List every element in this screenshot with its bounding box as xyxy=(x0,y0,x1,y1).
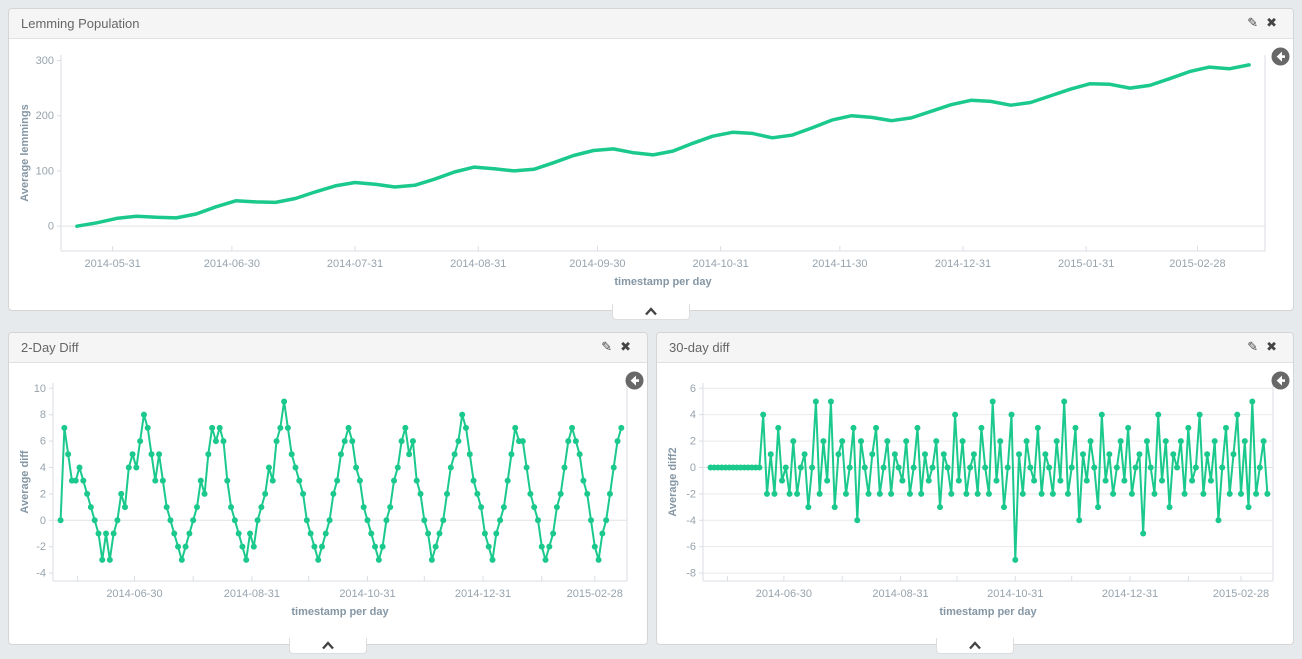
svg-text:2014-12-31: 2014-12-31 xyxy=(935,258,991,270)
collapse-chevron-icon xyxy=(321,641,335,650)
two-day-diff-chart[interactable]: 10 8 6 4 2 0 -2 -4 2014-06-30 2014-08-31 2014-10-3… xyxy=(17,369,639,637)
svg-text:2014-12-31: 2014-12-31 xyxy=(1102,588,1158,600)
circle-back-arrow-icon xyxy=(1271,47,1290,66)
collapse-chevron-icon xyxy=(644,307,658,316)
collapse-panel-button[interactable] xyxy=(289,638,367,654)
zoom-out-button[interactable] xyxy=(1270,371,1290,391)
svg-text:-4: -4 xyxy=(36,568,46,580)
svg-text:timestamp per day: timestamp per day xyxy=(939,606,1037,618)
zoom-out-button[interactable] xyxy=(624,371,644,391)
svg-text:2015-02-28: 2015-02-28 xyxy=(1169,258,1225,270)
svg-text:-8: -8 xyxy=(686,568,696,580)
circle-back-arrow-icon xyxy=(625,371,644,390)
svg-text:6: 6 xyxy=(690,383,696,395)
panel-title: 30-day diff xyxy=(669,340,1243,355)
svg-text:Average diff2: Average diff2 xyxy=(667,447,679,516)
svg-text:Average diff: Average diff xyxy=(19,450,31,514)
svg-text:0: 0 xyxy=(690,462,696,474)
svg-text:timestamp per day: timestamp per day xyxy=(614,276,712,288)
collapse-panel-button[interactable] xyxy=(612,304,690,320)
panel-30-day-diff: 30-day diff ✎ ✖ 6 4 2 0 -2 -4 -6 -8 2014-06-30 20… xyxy=(656,332,1294,645)
svg-text:100: 100 xyxy=(36,165,54,177)
svg-text:2014-08-31: 2014-08-31 xyxy=(872,588,928,600)
svg-text:-2: -2 xyxy=(36,541,46,553)
svg-text:2014-12-31: 2014-12-31 xyxy=(455,588,511,600)
svg-text:2: 2 xyxy=(690,436,696,448)
zoom-out-button[interactable] xyxy=(1270,47,1290,67)
svg-text:2014-08-31: 2014-08-31 xyxy=(450,258,506,270)
close-panel-icon[interactable]: ✖ xyxy=(616,339,635,356)
svg-text:2014-06-30: 2014-06-30 xyxy=(756,588,812,600)
collapse-panel-button[interactable] xyxy=(936,638,1014,654)
chart-area: 6 4 2 0 -2 -4 -6 -8 2014-06-30 2014-08-31 2014-10-… xyxy=(657,363,1293,642)
svg-text:2014-10-31: 2014-10-31 xyxy=(692,258,748,270)
collapse-chevron-icon xyxy=(968,641,982,650)
svg-text:timestamp per day: timestamp per day xyxy=(291,606,389,618)
svg-text:Average lemmings: Average lemmings xyxy=(19,104,31,201)
edit-panel-icon[interactable]: ✎ xyxy=(1243,15,1262,32)
svg-text:-6: -6 xyxy=(686,541,696,553)
svg-text:2014-08-31: 2014-08-31 xyxy=(224,588,280,600)
svg-text:300: 300 xyxy=(36,55,54,67)
edit-panel-icon[interactable]: ✎ xyxy=(597,339,616,356)
svg-text:2015-02-28: 2015-02-28 xyxy=(567,588,623,600)
svg-text:2014-09-30: 2014-09-30 xyxy=(569,258,625,270)
svg-text:2014-06-30: 2014-06-30 xyxy=(106,588,162,600)
panel-title: 2-Day Diff xyxy=(21,340,597,355)
edit-panel-icon[interactable]: ✎ xyxy=(1243,339,1262,356)
svg-text:6: 6 xyxy=(40,436,46,448)
panel-header: Lemming Population ✎ ✖ xyxy=(9,9,1293,39)
close-panel-icon[interactable]: ✖ xyxy=(1262,339,1281,356)
panel-header: 30-day diff ✎ ✖ xyxy=(657,333,1293,363)
panel-2-day-diff: 2-Day Diff ✎ ✖ 10 8 6 4 2 0 -2 -4 2014-06-30 2014… xyxy=(8,332,648,645)
svg-text:2: 2 xyxy=(40,488,46,500)
svg-text:2014-07-31: 2014-07-31 xyxy=(327,258,383,270)
svg-text:200: 200 xyxy=(36,110,54,122)
svg-text:10: 10 xyxy=(34,383,46,395)
chart-area: 10 8 6 4 2 0 -2 -4 2014-06-30 2014-08-31 2014-10-3… xyxy=(9,363,647,642)
panel-title: Lemming Population xyxy=(21,16,1243,31)
chart-area: 0 100 200 300 2014-05-31 2014-06-30 2014-07-31… xyxy=(9,39,1293,308)
svg-text:4: 4 xyxy=(40,462,46,474)
svg-text:2014-06-30: 2014-06-30 xyxy=(204,258,260,270)
svg-text:0: 0 xyxy=(40,515,46,527)
svg-text:2015-01-31: 2015-01-31 xyxy=(1058,258,1114,270)
svg-text:-4: -4 xyxy=(686,515,696,527)
lemming-population-chart[interactable]: 0 100 200 300 2014-05-31 2014-06-30 2014-07-31… xyxy=(17,45,1285,303)
close-panel-icon[interactable]: ✖ xyxy=(1262,15,1281,32)
circle-back-arrow-icon xyxy=(1271,371,1290,390)
svg-text:-2: -2 xyxy=(686,488,696,500)
svg-text:2015-02-28: 2015-02-28 xyxy=(1213,588,1269,600)
svg-text:2014-10-31: 2014-10-31 xyxy=(987,588,1043,600)
svg-text:0: 0 xyxy=(48,221,54,233)
thirty-day-diff-chart[interactable]: 6 4 2 0 -2 -4 -6 -8 2014-06-30 2014-08-31 2014-10-… xyxy=(665,369,1285,637)
svg-text:4: 4 xyxy=(690,409,696,421)
panel-lemming-population: Lemming Population ✎ ✖ 0 100 200 300 2014-05… xyxy=(8,8,1294,311)
svg-text:2014-11-30: 2014-11-30 xyxy=(812,258,867,270)
panel-header: 2-Day Diff ✎ ✖ xyxy=(9,333,647,363)
svg-text:2014-10-31: 2014-10-31 xyxy=(339,588,395,600)
svg-text:8: 8 xyxy=(40,409,46,421)
svg-text:2014-05-31: 2014-05-31 xyxy=(85,258,141,270)
